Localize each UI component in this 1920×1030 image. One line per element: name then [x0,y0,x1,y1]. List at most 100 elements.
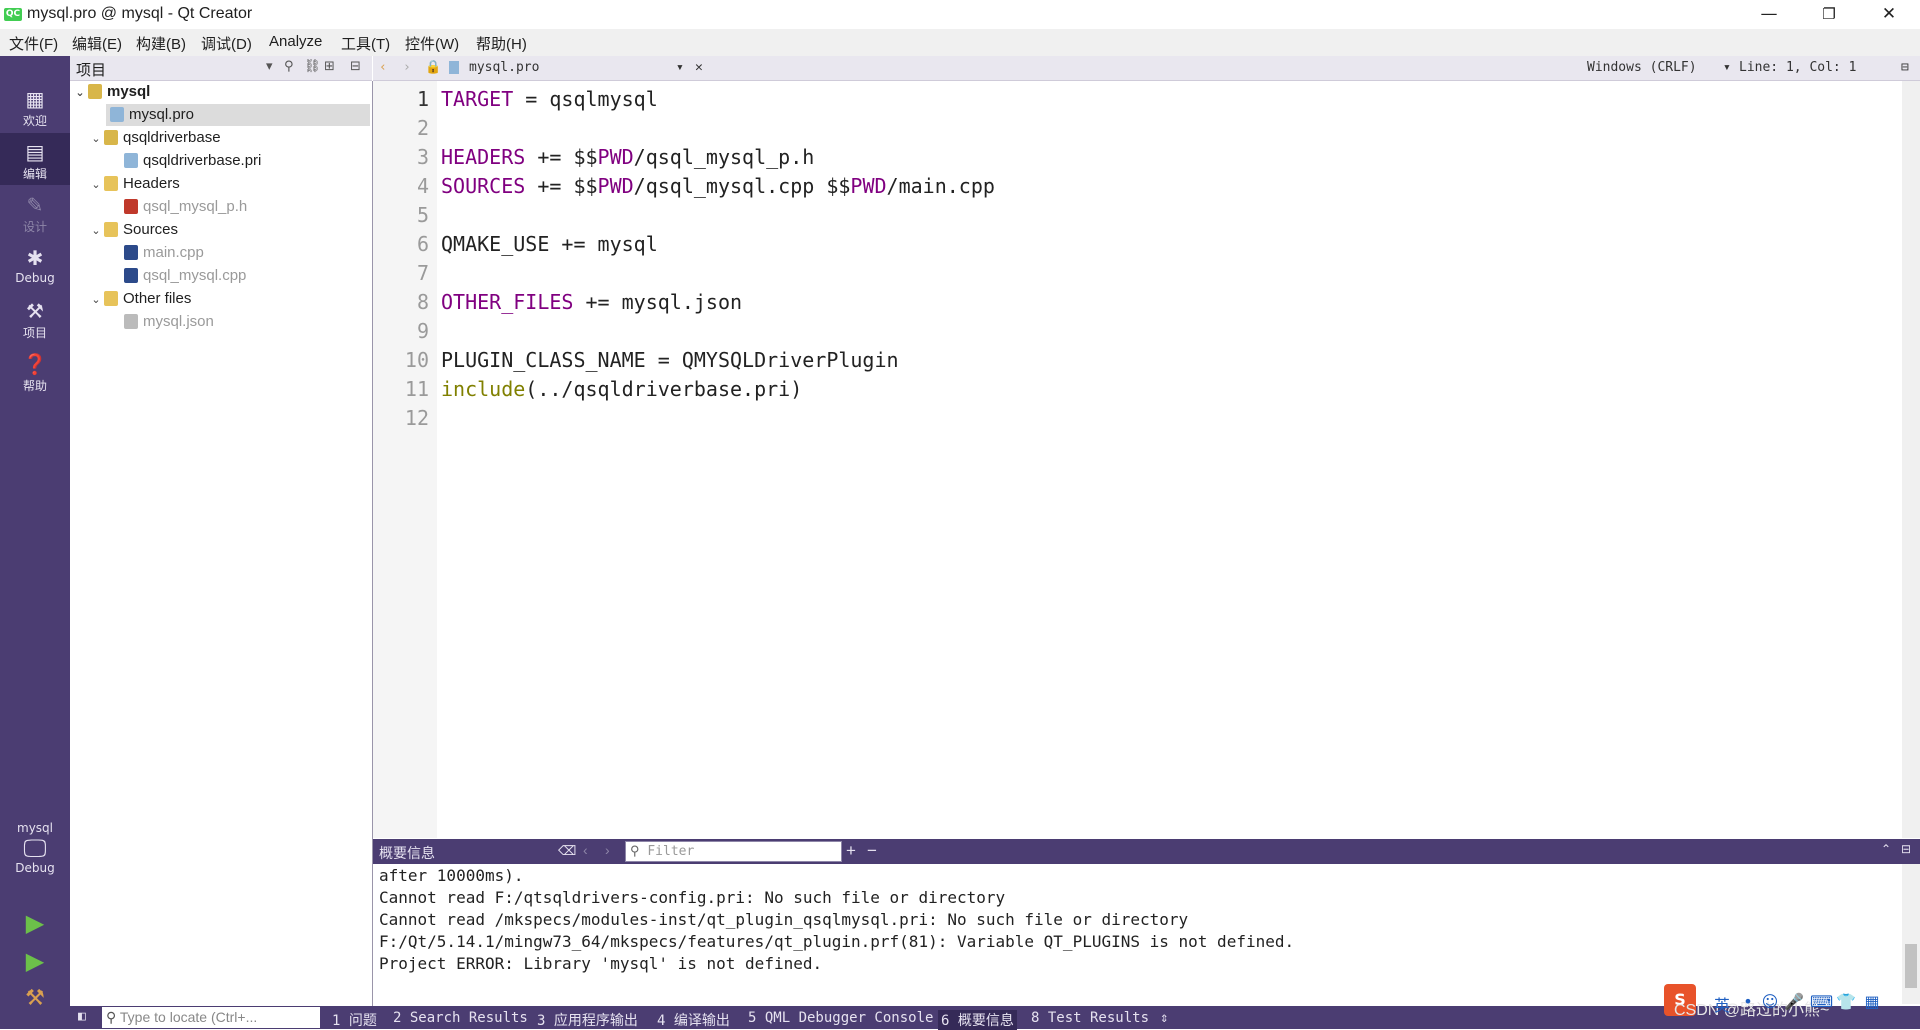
locator-input[interactable]: ⚲ Type to locate (Ctrl+... [102,1007,320,1028]
chevron-down-icon[interactable]: ⌄ [88,220,104,242]
project-pane-header: 项目 ▾ ⚲ ⛓ ⊞ ⊟ [70,56,372,81]
microphone-icon[interactable]: 🎤 [1784,992,1804,1012]
mode-welcome[interactable]: ▦ 欢迎 [0,80,70,132]
menu-file[interactable]: 文件(F) [9,33,58,54]
cursor-position[interactable]: Line: 1, Col: 1 [1739,60,1856,75]
wrench-icon: ⚒ [26,299,44,323]
clear-icon[interactable]: ⌫ [558,843,576,859]
mode-label: 编辑 [22,167,47,181]
tree-item-label: qsqldriverbase.pri [143,152,262,169]
back-arrow-icon[interactable]: ‹ [379,60,387,75]
line-ending-selector[interactable]: Windows (CRLF) [1587,60,1697,75]
code-keyword: PWD [850,174,887,198]
chevron-down-icon[interactable]: ⌄ [88,174,104,196]
help-icon: ❓ [22,352,48,376]
menu-tools[interactable]: 工具(T) [341,33,390,54]
chevron-down-icon[interactable]: ▾ [266,59,273,74]
tab-application-output[interactable]: 3 应用程序输出 [537,1010,638,1030]
scrollbar-thumb[interactable] [1905,944,1917,988]
forward-arrow-icon[interactable]: › [403,60,411,75]
play-bug-icon: ▶ [25,947,45,975]
tree-item-sources[interactable]: ⌄ Sources [88,219,372,241]
mode-projects[interactable]: ⚒ 项目 [0,292,70,344]
minimize-button[interactable]: — [1740,0,1798,29]
chevron-down-icon[interactable]: ⌄ [88,289,104,311]
kit-selector[interactable]: mysql 🖵 Debug [0,815,70,885]
chevron-down-icon[interactable]: ⌄ [88,128,104,150]
run-button[interactable]: ▶ [20,908,50,938]
mode-debug[interactable]: ✱ Debug [0,239,70,291]
close-button[interactable]: ✕ [1860,0,1918,29]
maximize-pane-icon[interactable]: ⌃ [1881,842,1891,856]
more-tabs-icon[interactable]: ⇕ [1160,1010,1168,1026]
open-document-selector[interactable]: mysql.pro [469,60,539,75]
tab-issues[interactable]: 1 问题 [332,1010,377,1030]
tree-item-qsqldriverbase[interactable]: ⌄ qsqldriverbase [88,127,372,149]
kit-build-config: Debug [15,861,55,875]
tree-item-label: qsql_mysql_p.h [143,198,248,215]
cpp-file-icon [124,245,138,260]
code-function: include [441,377,526,401]
tree-item-main-cpp[interactable]: main.cpp [124,242,372,264]
output-text-area[interactable]: after 10000ms). Cannot read F:/qtsqldrive… [373,864,1902,1004]
keyboard-icon[interactable]: ⌨ [1810,992,1833,1012]
menu-analyze[interactable]: Analyze [269,33,322,50]
toggle-sidebar-icon[interactable]: ◧ [78,1009,86,1024]
link-icon[interactable]: ⛓ [304,59,321,74]
zoom-out-icon[interactable]: − [867,841,877,861]
debug-run-button[interactable]: ▶ [20,946,50,976]
split-icon[interactable]: ⊞ [324,59,335,74]
tab-search-results[interactable]: 2 Search Results [393,1010,528,1026]
chevron-down-icon[interactable]: ▾ [676,60,684,75]
close-document-icon[interactable]: ✕ [695,60,703,75]
tree-item-other-files[interactable]: ⌄ Other files [88,288,372,310]
code-text: QMAKE_USE += mysql [441,232,658,256]
tab-general-messages[interactable]: 6 概要信息 [938,1010,1017,1030]
editor-scrollbar[interactable] [1902,81,1920,838]
output-scrollbar[interactable] [1902,864,1920,1004]
tree-item-mysql-pro[interactable]: mysql.pro [106,104,370,126]
output-pane-title: 概要信息 [379,845,435,861]
menu-help[interactable]: 帮助(H) [476,33,527,54]
close-pane-icon[interactable]: ⊟ [350,59,361,74]
menu-edit[interactable]: 编辑(E) [72,33,122,54]
mode-edit[interactable]: ▤ 编辑 [0,133,70,185]
code-line: HEADERS += $$PWD/qsql_mysql_p.h [441,145,814,169]
mode-help[interactable]: ❓ 帮助 [0,345,70,397]
tree-item-qsql-mysql-p-h[interactable]: qsql_mysql_p.h [124,196,372,218]
chevron-down-icon[interactable]: ▾ [1723,60,1731,75]
project-view-selector[interactable]: 项目 [76,59,106,80]
tree-item-mysql[interactable]: ⌄ mysql [70,81,374,103]
tree-item-qsql-mysql-cpp[interactable]: qsql_mysql.cpp [124,265,372,287]
ime-punctuation-icon[interactable]: • [1738,992,1758,1012]
tree-item-qsqldriverbase-pri[interactable]: qsqldriverbase.pri [124,150,372,172]
ime-language-icon[interactable]: 英 [1712,992,1732,1015]
code-line: TARGET = qsqlmysql [441,87,658,111]
menu-debug[interactable]: 调试(D) [201,33,252,54]
output-filter-input[interactable]: ⚲ Filter [625,841,842,862]
search-icon: ⚲ [106,1009,117,1025]
hide-pane-icon[interactable]: ⊟ [1901,842,1911,856]
menu-widgets[interactable]: 控件(W) [405,33,459,54]
split-icon[interactable]: ⊟ [1901,60,1909,75]
filter-icon[interactable]: ⚲ [284,59,294,74]
menu-build[interactable]: 构建(B) [136,33,186,54]
tree-item-headers[interactable]: ⌄ Headers [88,173,372,195]
zoom-in-icon[interactable]: + [846,841,856,861]
pencil-icon: ✎ [26,193,44,217]
skin-icon[interactable]: 👕 [1836,992,1856,1012]
emoji-icon[interactable]: ☺ [1760,992,1780,1012]
tree-item-mysql-json[interactable]: mysql.json [124,311,372,333]
chevron-down-icon[interactable]: ⌄ [72,82,88,104]
tab-qml-debugger-console[interactable]: 5 QML Debugger Console [748,1010,933,1026]
next-arrow-icon[interactable]: › [605,842,610,858]
restore-button[interactable]: ❐ [1800,0,1858,29]
prev-arrow-icon[interactable]: ‹ [583,842,588,858]
code-text: = qsqlmysql [513,87,658,111]
code-line: SOURCES += $$PWD/qsql_mysql.cpp $$PWD/ma… [441,174,995,198]
locator-placeholder: Type to locate (Ctrl+... [119,1009,258,1025]
toolbox-icon[interactable]: ▦ [1862,992,1882,1012]
code-editor[interactable]: TARGET = qsqlmysql HEADERS += $$PWD/qsql_… [437,81,1902,838]
tab-compile-output[interactable]: 4 编译输出 [657,1010,730,1030]
tab-test-results[interactable]: 8 Test Results [1031,1010,1149,1026]
